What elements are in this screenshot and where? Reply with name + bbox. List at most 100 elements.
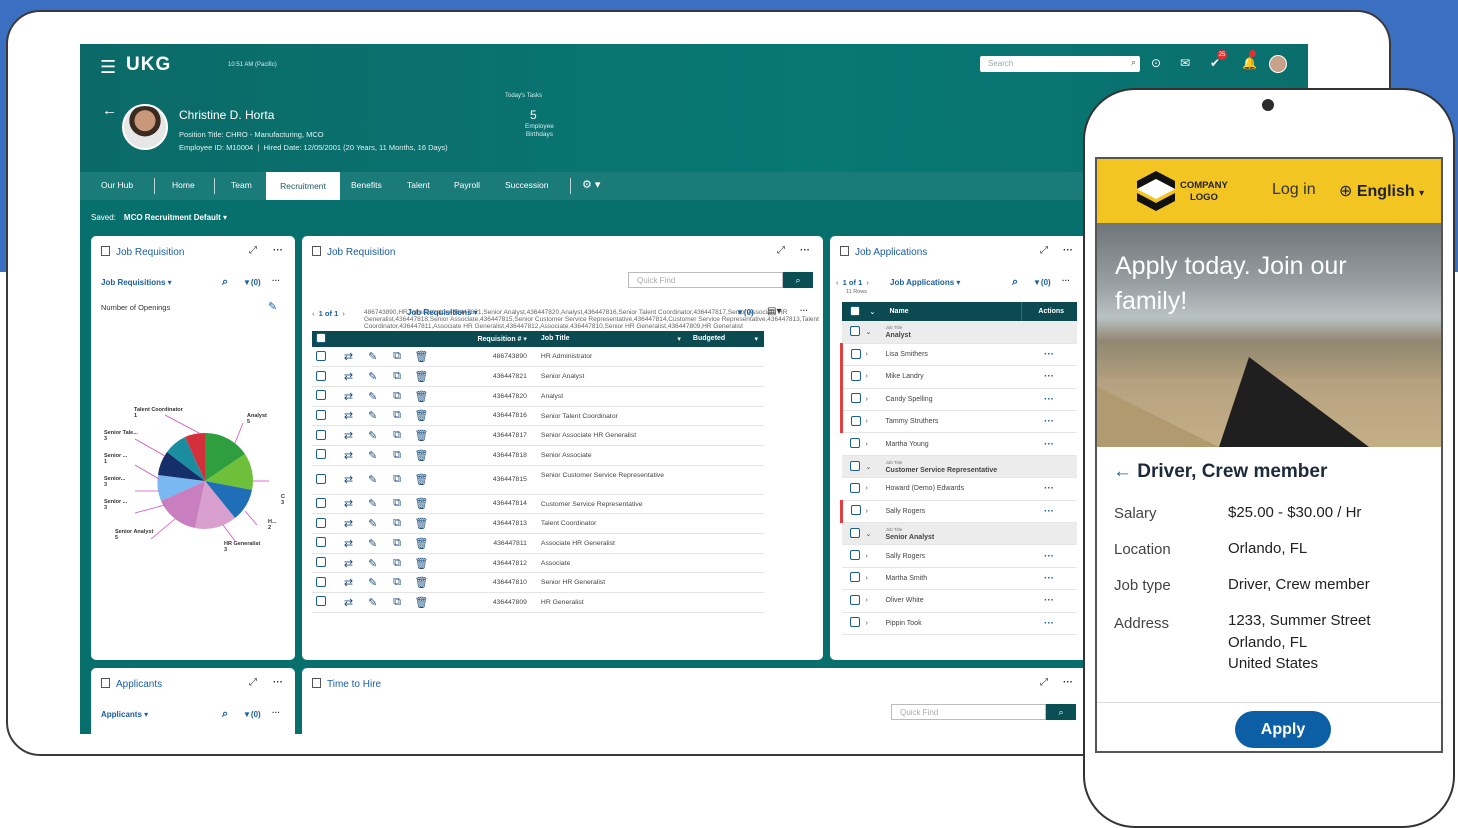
tab-succession[interactable]: Succession <box>505 180 548 190</box>
trash-icon[interactable]: 🗑 <box>409 386 434 407</box>
shuffle-icon[interactable]: ⇄ <box>336 406 361 427</box>
copy-icon[interactable]: ⧉ <box>384 592 410 613</box>
quick-find-search-icon[interactable]: ⌕ <box>1046 704 1076 720</box>
copy-icon[interactable]: ⧉ <box>384 553 410 574</box>
copy-icon[interactable]: ⧉ <box>384 406 410 427</box>
more-icon[interactable]: ··· <box>800 245 810 256</box>
expand-chevron-icon[interactable]: › <box>865 567 886 591</box>
actions-more-icon[interactable]: ··· <box>1021 388 1077 412</box>
filter-icon[interactable]: ▼(0) <box>1033 278 1051 287</box>
row-checkbox[interactable] <box>316 557 326 568</box>
actions-more-icon[interactable]: ··· <box>1021 477 1077 501</box>
table-row[interactable]: ⇄ ✎ ⧉ 🗑 436447821 Senior Analyst <box>312 366 764 387</box>
job-requisitions-dropdown[interactable]: Job Requisitions ▾ <box>407 308 478 317</box>
actions-more-icon[interactable]: ··· <box>1021 432 1077 456</box>
settings-gear-icon[interactable]: ⚙ ▾ <box>582 178 600 191</box>
more-icon[interactable]: ··· <box>1063 245 1073 256</box>
actions-more-icon[interactable]: ··· <box>1021 612 1077 635</box>
more-icon[interactable]: ··· <box>273 245 283 256</box>
list-item[interactable]: › Oliver White ··· <box>841 589 1077 613</box>
list-item[interactable]: › Sally Rogers ··· <box>840 500 1077 524</box>
search-icon[interactable]: ⌕ <box>1131 57 1136 68</box>
expand-icon[interactable]: ⤢ <box>1040 245 1048 256</box>
row-checkbox[interactable] <box>316 409 326 420</box>
expand-icon[interactable]: ⤢ <box>249 245 257 256</box>
copy-icon[interactable]: ⧉ <box>384 533 410 554</box>
actions-more-icon[interactable]: ··· <box>1021 343 1077 367</box>
row-checkbox[interactable] <box>316 390 326 401</box>
row-checkbox[interactable] <box>851 393 861 404</box>
more-icon[interactable]: ··· <box>272 276 280 285</box>
tab-talent[interactable]: Talent <box>407 180 430 190</box>
table-row[interactable]: ⇄ ✎ ⧉ 🗑 436447814 Customer Service Repre… <box>312 494 764 515</box>
trash-icon[interactable]: 🗑 <box>409 406 434 427</box>
column-budgeted[interactable]: Budgeted ▾ <box>686 331 764 347</box>
actions-more-icon[interactable]: ··· <box>1021 589 1077 613</box>
quick-find-input[interactable]: Quick Find <box>891 704 1046 720</box>
edit-pencil-icon[interactable]: ✎ <box>360 533 385 554</box>
edit-pencil-icon[interactable]: ✎ <box>360 347 385 368</box>
list-item[interactable]: › Tammy Struthers ··· <box>840 410 1077 434</box>
table-row[interactable]: ⇄ ✎ ⧉ 🗑 436447816 Senior Talent Coordina… <box>312 406 764 427</box>
chat-icon[interactable]: ✉ <box>1180 56 1190 70</box>
list-item[interactable]: › Pippin Took ··· <box>841 612 1077 635</box>
collapse-chevron-icon[interactable]: ⌄ <box>865 455 886 479</box>
job-applications-dropdown[interactable]: Job Applications ▾ <box>890 278 960 287</box>
expand-chevron-icon[interactable]: › <box>865 343 886 367</box>
edit-pencil-icon[interactable]: ✎ <box>360 572 385 594</box>
row-checkbox[interactable] <box>316 497 326 508</box>
copy-icon[interactable]: ⧉ <box>384 494 410 515</box>
quick-find-search-icon[interactable]: ⌕ <box>783 272 813 288</box>
tab-benefits[interactable]: Benefits <box>351 180 382 190</box>
group-checkbox[interactable] <box>849 527 860 538</box>
table-row[interactable]: ⇄ ✎ ⧉ 🗑 436447818 Senior Associate <box>312 445 764 466</box>
expand-chevron-icon[interactable]: › <box>865 589 886 613</box>
list-item[interactable]: › Howard (Demo) Edwards ··· <box>841 477 1077 501</box>
export-icon[interactable]: ▤▾ <box>767 306 781 317</box>
trash-icon[interactable]: 🗑 <box>409 465 434 495</box>
shuffle-icon[interactable]: ⇄ <box>336 513 361 534</box>
row-checkbox[interactable] <box>316 517 326 528</box>
table-row[interactable]: ⇄ ✎ ⧉ 🗑 436447817 Senior Associate HR Ge… <box>312 425 764 446</box>
list-item[interactable]: › Candy Spelling ··· <box>840 388 1077 412</box>
copy-icon[interactable]: ⧉ <box>384 513 410 534</box>
actions-more-icon[interactable]: ··· <box>1021 365 1077 389</box>
trash-icon[interactable]: 🗑 <box>409 494 434 515</box>
copy-icon[interactable]: ⧉ <box>384 445 410 466</box>
select-all-checkbox[interactable] <box>316 333 326 343</box>
more-icon[interactable]: ··· <box>273 677 283 688</box>
collapse-chevron-icon[interactable]: ⌄ <box>865 321 886 344</box>
expand-chevron-icon[interactable]: › <box>865 612 886 635</box>
row-checkbox[interactable] <box>849 617 860 628</box>
trash-icon[interactable]: 🗑 <box>409 445 434 466</box>
row-checkbox[interactable] <box>316 473 326 484</box>
row-checkbox[interactable] <box>849 438 860 449</box>
back-arrow-icon[interactable]: ← <box>1113 461 1132 482</box>
row-checkbox[interactable] <box>849 482 860 493</box>
actions-more-icon[interactable]: ··· <box>1021 544 1077 568</box>
saved-view[interactable]: Saved: MCO Recruitment Default ▾ <box>91 213 227 222</box>
edit-pencil-icon[interactable]: ✎ <box>268 300 277 313</box>
row-checkbox[interactable] <box>316 429 326 440</box>
list-item[interactable]: › Lisa Smithers ··· <box>840 343 1077 367</box>
row-checkbox[interactable] <box>316 576 326 587</box>
collapse-chevron-icon[interactable]: ⌄ <box>865 522 886 546</box>
group-checkbox[interactable] <box>849 460 860 471</box>
edit-pencil-icon[interactable]: ✎ <box>360 425 385 446</box>
expand-icon[interactable]: ⤢ <box>777 245 785 256</box>
copy-icon[interactable]: ⧉ <box>384 465 410 495</box>
group-row[interactable]: ⌄ Job Title Customer Service Representati… <box>841 455 1077 479</box>
more-icon[interactable]: ··· <box>1063 677 1073 688</box>
expand-icon[interactable]: ⤢ <box>249 677 257 688</box>
row-checkbox[interactable] <box>316 449 326 460</box>
group-checkbox[interactable] <box>849 325 860 336</box>
row-checkbox[interactable] <box>849 594 860 605</box>
apply-button[interactable]: Apply <box>1235 711 1331 748</box>
search-icon[interactable]: ⌕ <box>1012 276 1018 289</box>
tab-recruitment[interactable]: Recruitment <box>266 172 340 200</box>
user-avatar[interactable] <box>1269 55 1287 73</box>
shuffle-icon[interactable]: ⇄ <box>336 572 361 594</box>
edit-pencil-icon[interactable]: ✎ <box>360 553 385 574</box>
search-input[interactable]: Search ⌕ <box>980 56 1140 72</box>
edit-pencil-icon[interactable]: ✎ <box>360 406 385 427</box>
